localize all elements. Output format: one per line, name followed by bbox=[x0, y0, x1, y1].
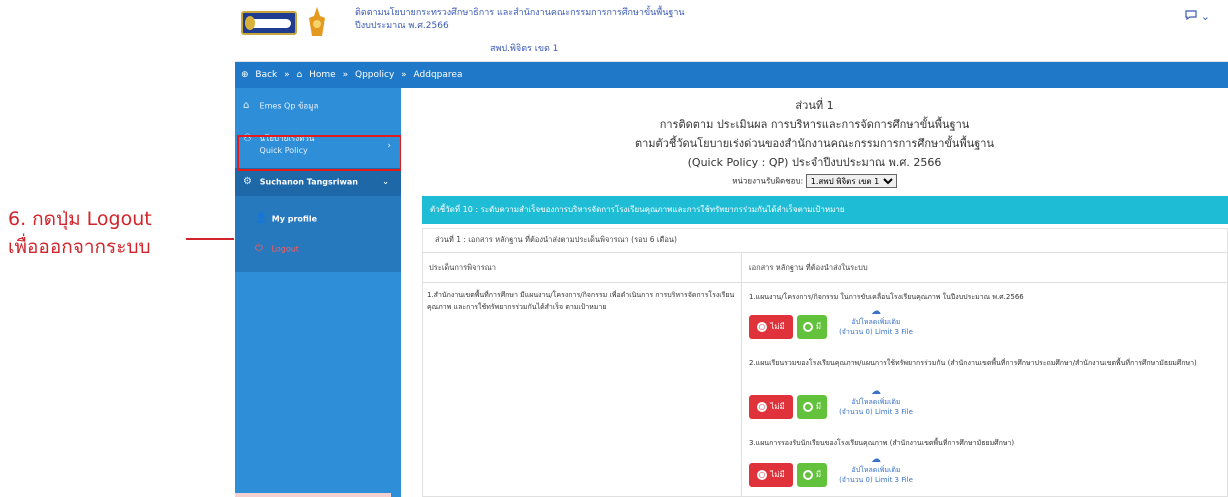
user-icon: 👤 bbox=[255, 213, 268, 224]
document-item: 3.แผนการรองรับนักเรียนของโรงเรียนคุณภาพ … bbox=[749, 439, 1015, 447]
radio-have[interactable]: มี bbox=[797, 395, 827, 419]
choice-label: ไม่มี bbox=[770, 322, 785, 331]
radio-dot-icon bbox=[802, 401, 813, 412]
unit-row: หน่วยงานรับผิดชอบ: 1.สพป พิจิตร เขต 1 bbox=[401, 174, 1228, 188]
obec-logo[interactable] bbox=[241, 11, 297, 35]
upload-limit: (จำนวน 0) Limit 3 File bbox=[839, 408, 913, 416]
part-header: ส่วนที่ 1 : เอกสาร หลักฐาน ที่ต้องนำส่งต… bbox=[422, 228, 1228, 252]
sidebar-footer-strip bbox=[235, 493, 391, 497]
logout-label: Logout bbox=[271, 244, 299, 254]
radio-dot-icon bbox=[802, 321, 813, 332]
gear-icon: ⚙ bbox=[243, 176, 252, 187]
breadcrumb-separator: » bbox=[284, 70, 290, 80]
header-title: ติดตามนโยบายกระทรวงศึกษาธิการ และสำนักงา… bbox=[355, 7, 685, 33]
upload-label: อัปโหลดเพิ่มเติม bbox=[851, 398, 901, 406]
upload-label: อัปโหลดเพิ่มเติม bbox=[851, 466, 901, 474]
header-title-line-1: ติดตามนโยบายกระทรวงศึกษาธิการ และสำนักงา… bbox=[355, 8, 685, 18]
indicator-bar: ตัวชี้วัดที่ 10 : ระดับความสำเร็จของการบ… bbox=[422, 196, 1228, 224]
heading-line-1: การติดตาม ประเมินผล การบริหารและการจัดกา… bbox=[659, 118, 970, 131]
annotation-callout: 6. กดปุ่ม Logout เพื่อออกจากระบบ bbox=[8, 205, 152, 261]
annotation-line-1: 6. กดปุ่ม Logout bbox=[8, 208, 152, 230]
breadcrumb-back[interactable]: Back bbox=[255, 70, 277, 80]
section-title: ส่วนที่ 1 bbox=[795, 99, 834, 112]
consider-text: 1.สำนักงานเขตพื้นที่การศึกษา มีแผนงาน/โค… bbox=[427, 291, 735, 311]
document-item: 2.แผนเรียนรวมของโรงเรียนคุณภาพ/แผนการใช้… bbox=[749, 359, 1197, 367]
radio-have-not[interactable]: ไม่มี bbox=[749, 395, 793, 419]
sidebar-item-label: My profile bbox=[271, 214, 318, 224]
upload-label: อัปโหลดเพิ่มเติม bbox=[851, 318, 901, 326]
sidebar-item-user[interactable]: ⚙ Suchanon Tangsriwan ⌄ bbox=[235, 168, 401, 196]
radio-dot-icon bbox=[757, 469, 768, 480]
breadcrumb-qppolicy[interactable]: Qppolicy bbox=[355, 70, 394, 80]
cloud-upload-icon: ☁ bbox=[871, 386, 881, 397]
user-submenu: 👤 My profile ⏻ Logout bbox=[235, 196, 401, 272]
back-icon: ⊕ bbox=[241, 70, 249, 80]
home-icon: ⌂ bbox=[243, 100, 250, 111]
breadcrumb-separator: » bbox=[401, 70, 407, 80]
heading-line-3: (Quick Policy : QP) ประจำปีงบประมาณ พ.ศ.… bbox=[687, 156, 942, 169]
radio-dot-icon bbox=[757, 321, 768, 332]
breadcrumb-separator: » bbox=[342, 70, 349, 80]
evidence-table: ประเด็นการพิจารณา เอกสาร หลักฐาน ที่ต้อง… bbox=[422, 252, 1228, 497]
document-item: 1.แผนงาน/โครงการ/กิจกรรม ในการขับเคลื่อน… bbox=[749, 293, 1024, 301]
sidebar-item-label: Emes Qp ข้อมูล bbox=[259, 101, 319, 111]
radio-dot-icon bbox=[757, 401, 768, 412]
upload-limit: (จำนวน 0) Limit 3 File bbox=[839, 328, 913, 336]
app-window: ติดตามนโยบายกระทรวงศึกษาธิการ และสำนักงา… bbox=[235, 0, 1228, 497]
breadcrumb: ⊕ Back » ⌂ Home » Qppolicy » Addqparea bbox=[235, 62, 1228, 88]
upload-limit: (จำนวน 0) Limit 3 File bbox=[839, 476, 913, 484]
chat-icon bbox=[1185, 10, 1197, 21]
radio-dot-icon bbox=[802, 469, 813, 480]
top-header: ติดตามนโยบายกระทรวงศึกษาธิการ และสำนักงา… bbox=[235, 0, 1228, 62]
chevron-down-icon: ⌄ bbox=[382, 177, 389, 186]
choice-label: มี bbox=[815, 470, 822, 479]
power-icon: ⏻ bbox=[255, 243, 263, 254]
radio-have-not[interactable]: ไม่มี bbox=[749, 463, 793, 487]
annotation-line-2: เพื่อออกจากระบบ bbox=[8, 236, 151, 258]
cloud-upload-icon: ☁ bbox=[871, 454, 881, 465]
logout-highlight-box bbox=[237, 135, 402, 171]
unit-label: หน่วยงานรับผิดชอบ: bbox=[732, 176, 804, 186]
header-title-line-2: ปีงบประมาณ พ.ศ.2566 bbox=[355, 21, 449, 31]
sidebar-item-home[interactable]: ⌂ Emes Qp ข้อมูล bbox=[235, 88, 401, 124]
page-headings: ส่วนที่ 1 การติดตาม ประเมินผล การบริหารแ… bbox=[401, 88, 1228, 172]
annotation-pointer-line bbox=[186, 238, 234, 240]
header-office: สพป.พิจิตร เขต 1 bbox=[490, 44, 559, 54]
breadcrumb-home[interactable]: Home bbox=[309, 70, 336, 80]
home-icon: ⌂ bbox=[296, 70, 303, 80]
upload-button[interactable]: ☁ อัปโหลดเพิ่มเติม (จำนวน 0) Limit 3 Fil… bbox=[831, 387, 921, 417]
sidebar-item-my-profile[interactable]: 👤 My profile bbox=[235, 204, 401, 234]
user-name: Suchanon Tangsriwan bbox=[259, 177, 358, 187]
unit-select[interactable]: 1.สพป พิจิตร เขต 1 bbox=[805, 174, 897, 188]
cloud-upload-icon: ☁ bbox=[871, 306, 881, 317]
radio-have[interactable]: มี bbox=[797, 315, 827, 339]
logout-button[interactable]: ⏻ Logout bbox=[235, 234, 401, 264]
choice-label: มี bbox=[815, 402, 822, 411]
choice-label: ไม่มี bbox=[770, 470, 785, 479]
breadcrumb-current: Addqparea bbox=[413, 70, 463, 80]
column-header-consider: ประเด็นการพิจารณา bbox=[423, 253, 741, 283]
chat-menu-button[interactable]: ⌄ bbox=[1185, 10, 1210, 23]
choice-label: มี bbox=[815, 322, 822, 331]
column-divider bbox=[741, 253, 742, 497]
choice-label: ไม่มี bbox=[770, 402, 785, 411]
column-header-documents: เอกสาร หลักฐาน ที่ต้องนำส่งในระบบ bbox=[741, 253, 1228, 283]
chevron-down-icon: ⌄ bbox=[1200, 10, 1210, 23]
ministry-emblem-icon bbox=[309, 7, 325, 36]
upload-button[interactable]: ☁ อัปโหลดเพิ่มเติม (จำนวน 0) Limit 3 Fil… bbox=[831, 307, 921, 337]
heading-line-2: ตามตัวชี้วัดนโยบายเร่งด่วนของสำนักงานคณะ… bbox=[634, 137, 994, 150]
main-content: ส่วนที่ 1 การติดตาม ประเมินผล การบริหารแ… bbox=[401, 88, 1228, 497]
radio-have-not[interactable]: ไม่มี bbox=[749, 315, 793, 339]
upload-button[interactable]: ☁ อัปโหลดเพิ่มเติม (จำนวน 0) Limit 3 Fil… bbox=[831, 455, 921, 485]
radio-have[interactable]: มี bbox=[797, 463, 827, 487]
